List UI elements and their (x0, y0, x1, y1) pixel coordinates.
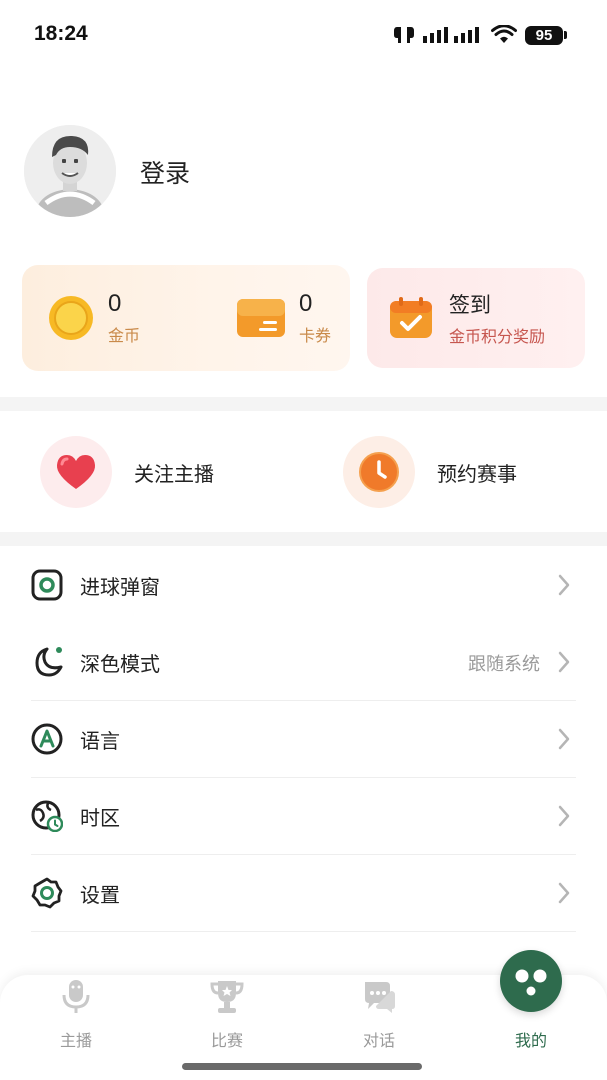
signal-icon (423, 27, 479, 43)
tab-label-mine: 我的 (514, 1031, 547, 1050)
status-icons: 95 (393, 22, 567, 48)
booked-matches-label: 预约赛事 (437, 461, 517, 486)
follow-streamers-label: 关注主播 (134, 461, 214, 486)
follow-streamers-button[interactable]: 关注主播 (40, 436, 214, 508)
coupons-value: 0 (299, 290, 313, 317)
heart-icon-circle (40, 436, 112, 508)
chevron-right-icon (558, 728, 570, 750)
status-time: 18:24 (34, 22, 88, 45)
menu-row-dark-mode[interactable]: 深色模式 跟随系统 (0, 624, 607, 700)
trophy-icon (210, 981, 244, 1013)
goal-popup-icon (31, 569, 63, 601)
tab-label-matches: 比赛 (210, 1031, 243, 1050)
profile-face-icon (515, 969, 547, 996)
timezone-globe-icon (31, 800, 63, 832)
chevron-right-icon (558, 882, 570, 904)
tab-chat[interactable]: 对话 (329, 975, 429, 1065)
tab-label-chat: 对话 (362, 1031, 395, 1050)
gear-icon (31, 877, 63, 909)
menu-label-goal-popup: 进球弹窗 (80, 575, 160, 599)
menu-row-settings[interactable]: 设置 (0, 855, 607, 931)
section-separator (0, 397, 607, 411)
moon-icon (35, 647, 63, 677)
clock-icon (359, 452, 399, 492)
menu-row-language[interactable]: 语言 (0, 701, 607, 777)
microphone-icon (62, 980, 90, 1013)
tab-matches[interactable]: 比赛 (177, 975, 277, 1065)
language-icon (31, 723, 63, 755)
menu-row-timezone[interactable]: 时区 (0, 778, 607, 854)
checkin-subtitle: 金币积分奖励 (449, 327, 546, 346)
menu-label-settings: 设置 (80, 883, 120, 907)
calendar-check-icon (390, 297, 432, 338)
battery-level: 95 (525, 25, 563, 45)
tab-mine-active-icon[interactable] (500, 950, 562, 1012)
gold-coin-icon (49, 296, 93, 340)
coins-item[interactable]: 0 金币 (48, 265, 140, 371)
booked-matches-button[interactable]: 预约赛事 (343, 436, 517, 508)
wifi-icon (491, 25, 517, 43)
avatar-illustration-icon (24, 125, 116, 217)
menu-label-timezone: 时区 (80, 806, 120, 830)
tab-label-streamers: 主播 (59, 1031, 92, 1050)
dark-mode-value: 跟随系统 (468, 654, 540, 675)
menu-label-language: 语言 (80, 729, 120, 753)
coupons-label: 卡券 (299, 326, 332, 345)
coins-label: 金币 (108, 326, 141, 345)
avatar[interactable] (24, 125, 116, 217)
section-separator-2 (0, 532, 607, 546)
chat-icon (365, 982, 395, 1013)
status-bar: 18:24 95 (0, 0, 607, 70)
checkin-card[interactable]: 签到 金币积分奖励 (367, 268, 585, 368)
coupons-item[interactable]: 0 卡券 (237, 265, 331, 371)
menu-label-dark-mode: 深色模式 (80, 652, 160, 676)
chevron-right-icon (558, 805, 570, 827)
chevron-right-icon (558, 651, 570, 673)
clock-icon-circle (343, 436, 415, 508)
chevron-right-icon (558, 574, 570, 596)
menu-row-goal-popup[interactable]: 进球弹窗 (0, 547, 607, 623)
coupon-card-icon (237, 299, 285, 337)
dual-sim-icon (394, 27, 414, 43)
battery-icon: 95 (525, 25, 567, 45)
wallet-card: 0 金币 0 卡券 (22, 265, 350, 371)
home-indicator (182, 1063, 422, 1070)
coins-value: 0 (108, 290, 122, 317)
login-link[interactable]: 登录 (140, 154, 190, 190)
checkin-title: 签到 (449, 293, 491, 317)
tab-streamers[interactable]: 主播 (26, 975, 126, 1065)
heart-icon (56, 455, 96, 489)
menu-divider (31, 931, 576, 932)
